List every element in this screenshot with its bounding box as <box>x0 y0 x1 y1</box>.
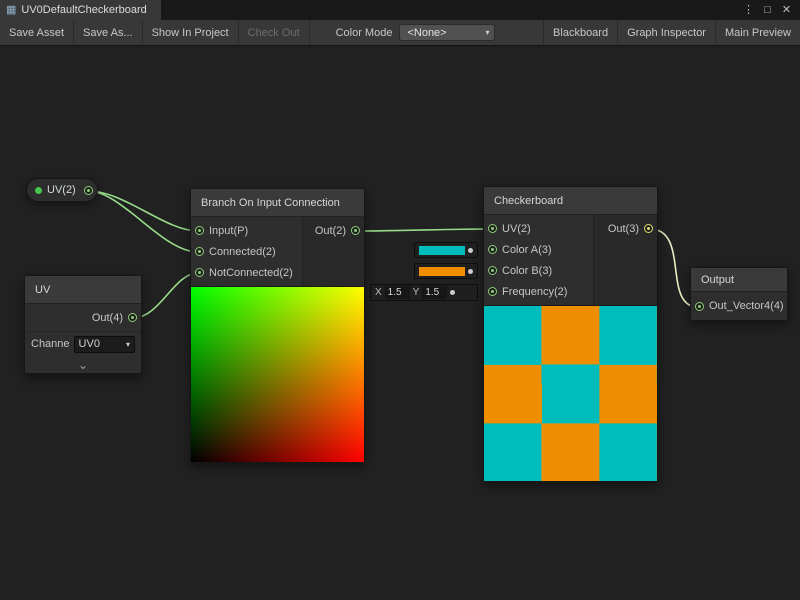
frequency-y-label: Y <box>413 287 420 298</box>
blackboard-toggle-button[interactable]: Blackboard <box>543 20 617 45</box>
output-node-title: Output <box>691 268 787 292</box>
color-mode-dropdown[interactable]: <None> ▾ <box>399 24 495 41</box>
branch-node-title: Branch On Input Connection <box>191 189 364 217</box>
uv-channel-label: Channe <box>31 338 70 350</box>
branch-node-body: Input(P) Connected(2) NotConnected(2) Ou… <box>191 217 364 286</box>
checkerboard-frequency-label: Frequency(2) <box>502 286 567 298</box>
check-out-button: Check Out <box>239 20 310 45</box>
color-a-slot-widget <box>414 242 478 258</box>
uv-out-port[interactable] <box>128 313 137 322</box>
branch-output-column: Out(2) <box>302 217 364 286</box>
graph-inspector-toggle-button[interactable]: Graph Inspector <box>617 20 715 45</box>
save-as-button[interactable]: Save As... <box>74 20 143 45</box>
property-dot-icon <box>35 187 42 194</box>
uv-node[interactable]: UV Out(4) Channe UV0 ▾ ⌄ <box>24 275 142 374</box>
checkerboard-out-row: Out(3) <box>594 218 657 239</box>
close-icon[interactable]: ✕ <box>778 0 795 20</box>
color-b-slot-widget <box>414 263 478 279</box>
chevron-down-icon: ▾ <box>485 28 489 37</box>
edge-uvproperty-to-connected[interactable] <box>88 191 198 252</box>
uv-channel-row: Channe UV0 ▾ <box>25 331 141 356</box>
color-b-slot-dot-icon[interactable] <box>468 269 473 274</box>
branch-node-preview <box>191 286 364 462</box>
branch-notconnected-port[interactable] <box>195 268 204 277</box>
output-vector4-row: Out_Vector4(4) <box>691 292 787 320</box>
checkerboard-node-body: UV(2) Color A(3) Color B(3) Frequency(2)… <box>484 215 657 305</box>
toolbar-right-group: Blackboard Graph Inspector Main Preview <box>543 20 800 45</box>
save-asset-button[interactable]: Save Asset <box>0 20 74 45</box>
branch-connected-port[interactable] <box>195 247 204 256</box>
window-menu-icon[interactable]: ⋮ <box>740 0 757 20</box>
edge-branch-to-checkerboard[interactable] <box>356 229 491 231</box>
branch-input-port[interactable] <box>195 226 204 235</box>
asset-tab[interactable]: ▦ UV0DefaultCheckerboard <box>0 0 161 20</box>
edge-uvnode-to-notconnected[interactable] <box>133 273 198 318</box>
window-titlebar: ▦ UV0DefaultCheckerboard ⋮ □ ✕ <box>0 0 800 20</box>
frequency-x-label: X <box>375 287 382 298</box>
frequency-y-field[interactable]: 1.5 <box>422 286 447 299</box>
uv-channel-dropdown[interactable]: UV0 ▾ <box>74 336 135 353</box>
checkerboard-output-column: Out(3) <box>593 215 657 305</box>
branch-notconnected-label: NotConnected(2) <box>209 267 293 279</box>
checkerboard-out-label: Out(3) <box>608 223 639 235</box>
color-b-swatch[interactable] <box>419 267 465 276</box>
checkerboard-color-b-label: Color B(3) <box>502 265 552 277</box>
branch-out-row: Out(2) <box>303 220 364 241</box>
branch-out-port[interactable] <box>351 226 360 235</box>
output-vector4-label: Out_Vector4(4) <box>709 300 784 312</box>
edge-uvproperty-to-input[interactable] <box>88 191 198 231</box>
checkerboard-node-title: Checkerboard <box>484 187 657 215</box>
frequency-slot-widget: X 1.5 Y 1.5 <box>370 284 478 301</box>
frequency-slot-dot-icon[interactable] <box>450 290 455 295</box>
uv-out-label: Out(4) <box>92 312 123 324</box>
uv-node-collapse-button[interactable]: ⌄ <box>25 356 141 373</box>
color-mode-value: <None> <box>407 27 446 39</box>
checkerboard-frequency-port[interactable] <box>488 287 497 296</box>
uv-property-label: UV(2) <box>47 184 79 196</box>
uv-property-node[interactable]: UV(2) <box>26 178 98 202</box>
checkerboard-out-port[interactable] <box>644 224 653 233</box>
output-vector4-port[interactable] <box>695 302 704 311</box>
color-mode-label: Color Mode <box>336 27 393 39</box>
branch-on-input-connection-node[interactable]: Branch On Input Connection Input(P) Conn… <box>190 188 365 463</box>
checkerboard-node[interactable]: Checkerboard UV(2) Color A(3) Color B(3)… <box>483 186 658 482</box>
uv-node-title: UV <box>25 276 141 304</box>
color-a-swatch[interactable] <box>419 246 465 255</box>
branch-input-label: Input(P) <box>209 225 248 237</box>
checkerboard-node-preview <box>484 305 657 481</box>
chevron-down-icon: ▾ <box>126 340 130 349</box>
uv-channel-value: UV0 <box>79 338 100 350</box>
checkerboard-uv-port[interactable] <box>488 224 497 233</box>
uv-property-output-port[interactable] <box>84 186 93 195</box>
tab-title: UV0DefaultCheckerboard <box>21 4 146 16</box>
output-node[interactable]: Output Out_Vector4(4) <box>690 267 788 321</box>
window-controls: ⋮ □ ✕ <box>740 0 800 20</box>
main-preview-toggle-button[interactable]: Main Preview <box>715 20 800 45</box>
color-a-slot-dot-icon[interactable] <box>468 248 473 253</box>
graph-canvas[interactable]: UV(2) Branch On Input Connection Input(P… <box>0 47 800 600</box>
color-mode-control: Color Mode <None> ▾ <box>336 20 496 45</box>
checkerboard-color-a-label: Color A(3) <box>502 244 552 256</box>
shadergraph-asset-icon: ▦ <box>6 5 16 16</box>
checkerboard-color-a-port[interactable] <box>488 245 497 254</box>
branch-connected-label: Connected(2) <box>209 246 276 258</box>
uv-out-row: Out(4) <box>25 304 141 331</box>
show-in-project-button[interactable]: Show In Project <box>143 20 239 45</box>
branch-out-label: Out(2) <box>315 225 346 237</box>
checkerboard-color-b-port[interactable] <box>488 266 497 275</box>
checkerboard-uv-label: UV(2) <box>502 223 531 235</box>
collapse-chevron-icon: ⌄ <box>78 361 88 369</box>
graph-toolbar: Save Asset Save As... Show In Project Ch… <box>0 20 800 46</box>
frequency-x-field[interactable]: 1.5 <box>385 286 410 299</box>
maximize-icon[interactable]: □ <box>759 0 776 20</box>
